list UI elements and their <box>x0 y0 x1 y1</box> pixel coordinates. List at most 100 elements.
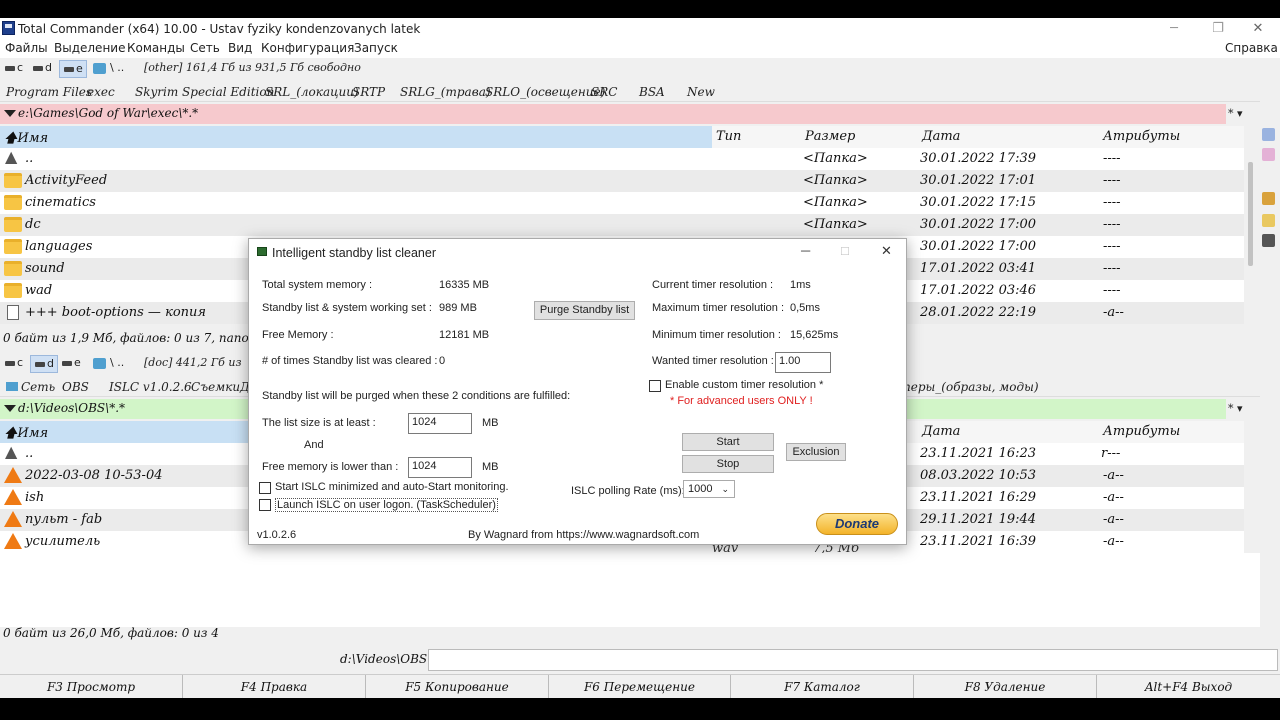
header-type[interactable]: Тип <box>716 129 741 144</box>
tab-exec[interactable]: exec <box>87 85 115 99</box>
scroll-thumb[interactable] <box>1248 162 1253 266</box>
root-parent-buttons[interactable]: \ .. <box>107 60 127 76</box>
archive-icon[interactable] <box>1262 192 1275 205</box>
tab-program-files[interactable]: Program Files <box>6 85 92 99</box>
min-resolution-label: Minimum timer resolution : <box>652 329 781 341</box>
donate-button[interactable]: Donate <box>816 513 898 535</box>
drive-e-button[interactable]: e <box>59 60 87 78</box>
free-memory-lower-unit: MB <box>482 461 499 473</box>
vlc-icon <box>4 511 22 527</box>
polling-rate-select[interactable]: 1000 ⌄ <box>683 480 735 498</box>
f8-delete-button[interactable]: F8 Удаление <box>914 675 1097 698</box>
exit-button[interactable]: Alt+F4 Выход <box>1097 675 1280 698</box>
binoculars-icon[interactable] <box>1262 234 1275 247</box>
tab-islc[interactable]: ISLC v1.0.2.6 <box>109 380 192 394</box>
custom-resolution-checkbox[interactable] <box>649 380 661 392</box>
compare-icon[interactable] <box>1262 128 1275 141</box>
vlc-icon <box>4 533 22 549</box>
tab-shoots[interactable]: Съемки <box>191 380 240 394</box>
total-memory-label: Total system memory : <box>262 279 373 291</box>
f3-view-button[interactable]: F3 Просмотр <box>0 675 183 698</box>
maximize-button[interactable]: ❐ <box>1196 19 1240 39</box>
tab-games-images[interactable]: перы_(образы, моды) <box>903 380 1039 394</box>
menu-selection[interactable]: Выделение <box>54 41 125 55</box>
min-resolution-value: 15,625ms <box>790 329 839 341</box>
credit-link[interactable]: By Wagnard from https://www.wagnardsoft.… <box>468 529 699 541</box>
tab-srlo[interactable]: SRLO_(освещение) <box>485 85 605 99</box>
folder-tools-icon[interactable] <box>1262 214 1275 227</box>
header-size[interactable]: Размер <box>805 129 855 144</box>
file-row[interactable]: .. <Папка> 30.01.2022 17:39 ---- <box>0 147 1244 170</box>
list-size-input[interactable]: 1024 <box>408 413 472 434</box>
free-memory-lower-input[interactable]: 1024 <box>408 457 472 478</box>
tab-srtp[interactable]: SRTP <box>352 85 385 99</box>
drive-d-button[interactable]: d <box>30 60 55 76</box>
file-row[interactable]: ActivityFeed <Папка> 30.01.2022 17:01 --… <box>0 170 1244 192</box>
f5-copy-button[interactable]: F5 Копирование <box>366 675 549 698</box>
tab-srl[interactable]: SRL_(локации) <box>265 85 359 99</box>
root-parent-buttons[interactable]: \ .. <box>107 355 127 371</box>
menu-network[interactable]: Сеть <box>190 41 220 55</box>
file-row[interactable]: dc <Папка> 30.01.2022 17:00 ---- <box>0 214 1244 236</box>
menu-launch[interactable]: Запуск <box>354 41 398 55</box>
drive-c-button[interactable]: c <box>2 355 26 371</box>
header-attributes[interactable]: Атрибуты <box>1103 424 1180 439</box>
start-button[interactable]: Start <box>682 433 774 451</box>
sync-icon[interactable] <box>1262 148 1275 161</box>
total-memory-value: 16335 MB <box>439 279 490 291</box>
folder-icon <box>4 261 22 276</box>
drive-c-button[interactable]: c <box>2 60 26 76</box>
wanted-resolution-input[interactable]: 1.00 <box>775 352 831 373</box>
tab-srlg[interactable]: SRLG_(трава) <box>400 85 491 99</box>
menu-files[interactable]: Файлы <box>5 41 48 55</box>
max-resolution-label: Maximum timer resolution : <box>652 302 785 314</box>
title-bar: Total Commander (x64) 10.00 - Ustav fyzi… <box>0 18 1280 40</box>
vlc-icon <box>4 467 22 483</box>
tab-new[interactable]: New <box>687 85 715 99</box>
free-memory-value: 12181 MB <box>439 329 490 341</box>
advanced-users-note: * For advanced users ONLY ! <box>670 395 813 407</box>
close-button[interactable]: ✕ <box>1236 19 1280 39</box>
folder-icon <box>4 239 22 254</box>
start-minimized-checkbox[interactable] <box>259 482 271 494</box>
menu-view[interactable]: Вид <box>228 41 252 55</box>
bottom-panel-empty-area[interactable] <box>0 553 1260 627</box>
dialog-close-button[interactable]: ✕ <box>881 243 892 259</box>
tab-src[interactable]: SRC <box>591 85 617 99</box>
menu-help[interactable]: Справка <box>1225 41 1278 55</box>
tab-network[interactable]: Сеть <box>6 380 55 394</box>
minimize-button[interactable]: ─ <box>1152 19 1196 39</box>
top-path-bar[interactable]: e:\Games\God of War\exec\*.* <box>0 104 1226 124</box>
history-dropdown-icon[interactable] <box>4 110 16 117</box>
purge-standby-button[interactable]: Purge Standby list <box>534 301 635 320</box>
top-current-path: e:\Games\God of War\exec\*.* <box>18 106 199 120</box>
polling-rate-label: ISLC polling Rate (ms): <box>571 485 685 497</box>
history-dropdown-icon[interactable] <box>4 405 16 412</box>
dialog-minimize-button[interactable]: ─ <box>801 243 810 258</box>
exclusion-button[interactable]: Exclusion <box>786 443 846 461</box>
top-scrollbar[interactable] <box>1244 148 1258 326</box>
drive-icon <box>64 66 74 72</box>
menu-commands[interactable]: Команды <box>127 41 185 55</box>
dialog-maximize-button[interactable]: □ <box>841 243 849 258</box>
tab-bsa[interactable]: BSA <box>639 85 665 99</box>
header-date[interactable]: Дата <box>922 424 960 439</box>
stop-button[interactable]: Stop <box>682 455 774 473</box>
f7-mkdir-button[interactable]: F7 Каталог <box>731 675 914 698</box>
f6-move-button[interactable]: F6 Перемещение <box>549 675 731 698</box>
bottom-path-controls[interactable]: * ▾ <box>1228 402 1262 422</box>
header-date[interactable]: Дата <box>922 129 960 144</box>
drive-icon <box>62 360 72 366</box>
menu-configuration[interactable]: Конфигурация <box>261 41 354 55</box>
file-row[interactable]: cinematics <Папка> 30.01.2022 17:15 ---- <box>0 192 1244 214</box>
drive-e-button[interactable]: e <box>59 355 84 371</box>
top-path-controls[interactable]: * ▾ <box>1228 107 1262 127</box>
command-line-input[interactable] <box>428 649 1278 671</box>
header-attributes[interactable]: Атрибуты <box>1103 129 1180 144</box>
drive-d-button[interactable]: d <box>30 355 58 373</box>
f4-edit-button[interactable]: F4 Правка <box>183 675 366 698</box>
launch-on-logon-checkbox[interactable] <box>259 499 271 511</box>
wanted-resolution-label: Wanted timer resolution : <box>652 355 774 367</box>
tab-obs[interactable]: OBS <box>62 380 89 394</box>
tab-skyrim[interactable]: Skyrim Special Edition <box>135 85 274 99</box>
